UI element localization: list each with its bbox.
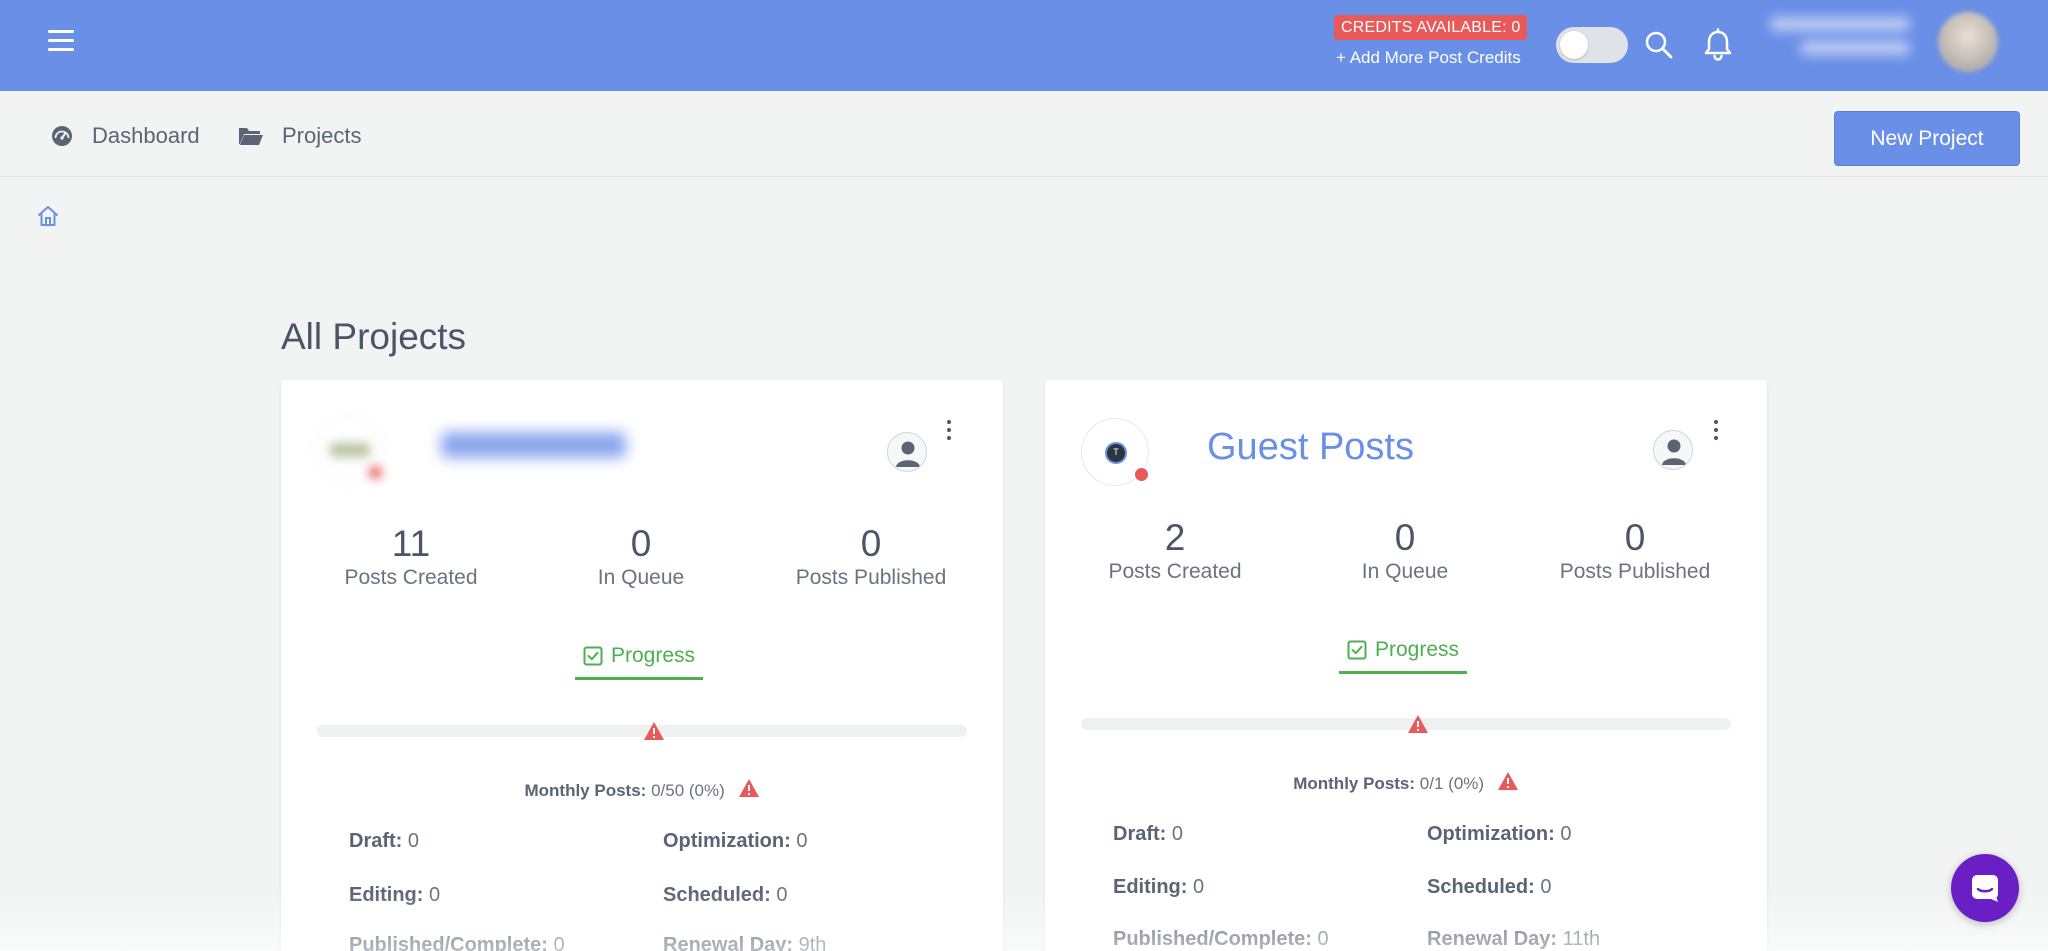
project-stats: 2 Posts Created 0 In Queue 0 Posts Publi… (1045, 516, 1767, 584)
monthly-label: Monthly Posts: (1293, 774, 1416, 793)
project-stats: 11 Posts Created 0 In Queue 0 Posts Publ… (281, 522, 1003, 590)
detail-published: Published/Complete: 0 (349, 934, 565, 951)
stat-posts-published: 0 Posts Published (756, 522, 986, 590)
stat-label: Posts Published (1559, 560, 1711, 583)
stat-value: 2 (1164, 517, 1186, 558)
stat-label: In Queue (1361, 560, 1449, 583)
stat-label: Posts Created (344, 566, 478, 589)
warning-icon (1497, 772, 1518, 790)
new-project-button[interactable]: New Project (1834, 111, 2020, 166)
tab-progress[interactable]: Progress (1339, 628, 1467, 674)
monthly-value: 0/1 (0%) (1419, 774, 1485, 793)
detail-published: Published/Complete: 0 (1113, 928, 1329, 950)
tab-progress[interactable]: Progress (575, 634, 703, 680)
detail-scheduled: Scheduled: 0 (1427, 876, 1552, 898)
monthly-progress-bar (1081, 718, 1731, 730)
project-logo[interactable] (315, 416, 384, 484)
monthly-value: 0/50 (0%) (651, 781, 725, 800)
checkbox-icon (583, 646, 603, 665)
warning-icon (738, 779, 759, 797)
detail-draft: Draft: 0 (349, 830, 420, 852)
checkbox-icon (1347, 640, 1367, 659)
add-post-credits-link[interactable]: + Add More Post Credits (1336, 48, 1521, 68)
stat-posts-created: 11 Posts Created (296, 522, 526, 590)
kebab-icon[interactable] (1710, 420, 1722, 444)
stat-value: 0 (860, 523, 882, 564)
detail-renewal: Renewal Day: 9th (663, 934, 827, 951)
stat-value: 0 (630, 523, 652, 564)
kebab-icon[interactable] (943, 420, 955, 444)
detail-optimization: Optimization: 0 (663, 830, 808, 852)
avatar[interactable] (1938, 12, 1998, 72)
detail-optimization: Optimization: 0 (1427, 823, 1572, 845)
stat-in-queue: 0 In Queue (526, 522, 756, 590)
stat-posts-created: 2 Posts Created (1060, 516, 1290, 584)
top-bar: CREDITS AVAILABLE: 0 + Add More Post Cre… (0, 0, 2048, 91)
stat-label: In Queue (597, 566, 685, 589)
sub-navigation: Dashboard Projects New Project (0, 91, 2048, 177)
monthly-label: Monthly Posts: (524, 781, 647, 800)
nav-dashboard-label: Dashboard (92, 123, 200, 148)
credits-badge: CREDITS AVAILABLE: 0 (1334, 15, 1528, 40)
detail-renewal: Renewal Day: 11th (1427, 928, 1601, 950)
tab-progress-label: Progress (610, 643, 696, 667)
status-dot (367, 464, 384, 481)
user-name-redacted[interactable] (1770, 18, 1918, 66)
status-dot (1133, 466, 1150, 483)
monthly-posts: Monthly Posts: 0/1 (0%) (1045, 771, 1767, 794)
project-title[interactable] (441, 426, 626, 458)
project-title[interactable]: Guest Posts (1207, 426, 1414, 469)
dashboard-icon (52, 126, 72, 146)
stat-value: 0 (1394, 517, 1416, 558)
detail-scheduled: Scheduled: 0 (663, 884, 788, 906)
home-icon[interactable] (36, 204, 60, 228)
search-icon[interactable] (1644, 30, 1674, 60)
stat-label: Posts Created (1108, 560, 1242, 583)
warning-icon (644, 722, 664, 740)
detail-draft: Draft: 0 (1113, 823, 1184, 845)
project-card: T Guest Posts 2 Posts Created 0 In Queue… (1045, 380, 1767, 951)
project-card: 11 Posts Created 0 In Queue 0 Posts Publ… (281, 380, 1003, 951)
folder-icon (239, 128, 263, 145)
monthly-posts: Monthly Posts: 0/50 (0%) (281, 778, 1003, 801)
nav-projects-label: Projects (282, 123, 362, 148)
tab-progress-label: Progress (1374, 637, 1460, 661)
project-logo[interactable]: T (1081, 418, 1150, 486)
theme-toggle[interactable] (1556, 27, 1628, 63)
menu-icon[interactable] (48, 30, 74, 52)
monthly-progress-bar (317, 725, 967, 737)
user-icon[interactable] (1653, 430, 1693, 470)
chat-icon[interactable] (1951, 854, 2019, 922)
stat-in-queue: 0 In Queue (1290, 516, 1520, 584)
stat-value: 11 (391, 523, 431, 564)
user-icon[interactable] (887, 432, 927, 472)
bell-icon[interactable] (1702, 28, 1734, 62)
stat-label: Posts Published (795, 566, 947, 589)
project-title-redacted (441, 432, 626, 458)
detail-editing: Editing: 0 (1113, 876, 1205, 898)
detail-editing: Editing: 0 (349, 884, 441, 906)
toggle-knob (1560, 31, 1588, 59)
nav-dashboard[interactable]: Dashboard (50, 123, 200, 149)
stat-posts-published: 0 Posts Published (1520, 516, 1750, 584)
stat-value: 0 (1624, 517, 1646, 558)
page-title: All Projects (281, 316, 467, 357)
warning-icon (1408, 715, 1428, 733)
nav-projects[interactable]: Projects (238, 123, 361, 149)
